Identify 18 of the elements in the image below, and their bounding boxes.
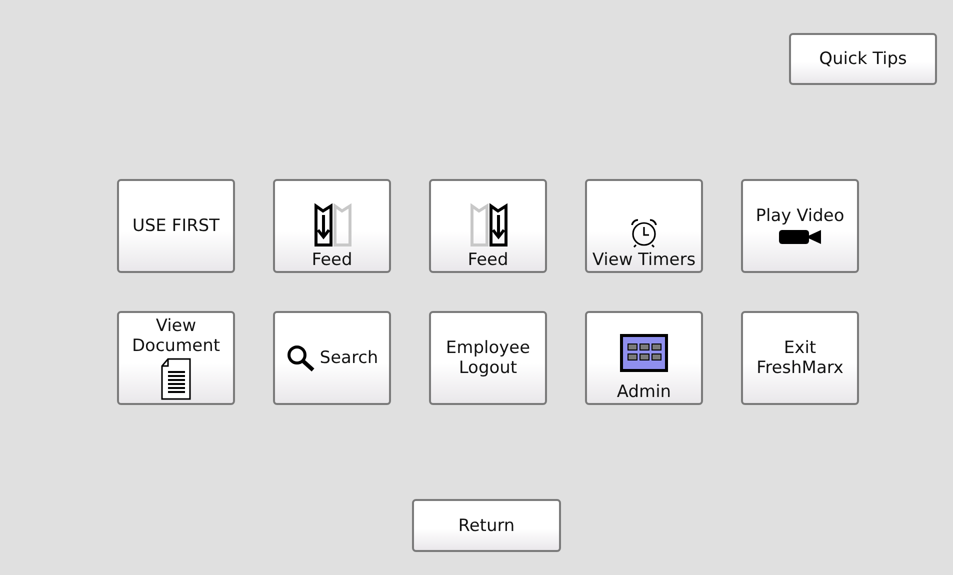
menu-tile-button[interactable]: Admin — [585, 311, 703, 405]
video-camera-icon — [778, 228, 822, 246]
menu-tile-button[interactable]: Feed — [429, 179, 547, 273]
menu-tile-button[interactable]: View Timers — [585, 179, 703, 273]
menu-tile-button[interactable]: Exit FreshMarx — [741, 311, 859, 405]
menu-tile-button[interactable]: Play Video — [741, 179, 859, 273]
feed-icon — [468, 202, 508, 248]
menu-tile-button[interactable]: Feed — [273, 179, 391, 273]
quick-tips-button[interactable]: Quick Tips — [789, 33, 937, 85]
menu-tile-button[interactable]: USE FIRST — [117, 179, 235, 273]
menu-tile-button[interactable]: View Document — [117, 311, 235, 405]
search-icon — [286, 344, 316, 372]
menu-tile-button[interactable]: Search — [273, 311, 391, 405]
feed-icon — [312, 202, 352, 248]
menu-tile-button[interactable]: Employee Logout — [429, 311, 547, 405]
return-button[interactable]: Return — [412, 499, 561, 552]
document-icon — [160, 358, 192, 400]
grid-icon — [620, 334, 668, 372]
